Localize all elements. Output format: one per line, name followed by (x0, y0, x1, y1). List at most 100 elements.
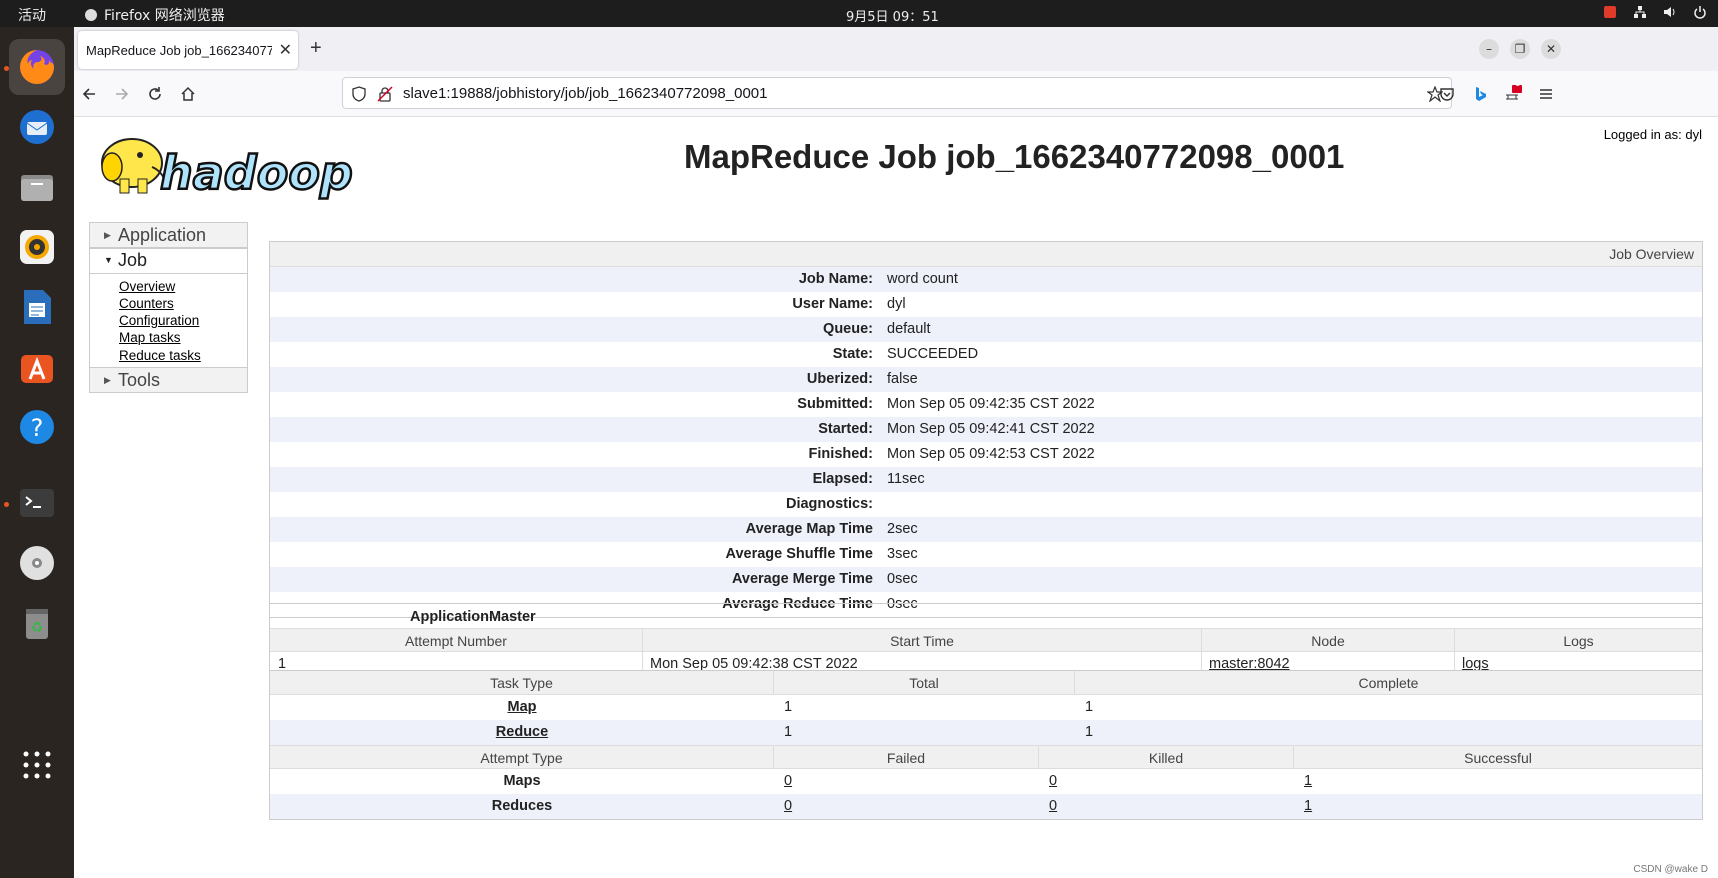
overview-key: Queue: (823, 321, 873, 337)
nav-link-map-tasks[interactable]: Map tasks (119, 330, 181, 345)
input-method-icon[interactable] (1602, 4, 1618, 20)
map-tasks-link[interactable]: Map (508, 699, 537, 715)
overview-value: Mon Sep 05 09:42:35 CST 2022 (887, 396, 1095, 412)
attempt-header-row: Attempt Type Failed Killed Successful (270, 745, 1702, 769)
bing-icon (1476, 87, 1486, 101)
app-grid-icon (23, 751, 51, 779)
nav-link-reduce-tasks[interactable]: Reduce tasks (119, 348, 201, 363)
network-icon[interactable] (1632, 4, 1648, 20)
nav-job[interactable]: ▼ Job (90, 249, 247, 274)
killed-reduces-link[interactable]: 0 (1049, 798, 1057, 814)
table-row: Reduce 1 1 (270, 720, 1702, 745)
overview-row: Job Name: word count (270, 267, 1702, 292)
extension-button[interactable]: 1 (1502, 79, 1524, 105)
header-node[interactable]: Node (1202, 629, 1455, 651)
firefox-window: MapReduce Job job_1662340772098_0001 ✕ +… (74, 27, 1718, 878)
tab-active[interactable]: MapReduce Job job_1662340772098_0001 ✕ (78, 31, 298, 69)
pocket-button[interactable] (1436, 83, 1458, 105)
overview-key: Started: (818, 421, 873, 437)
back-arrow-icon (82, 88, 95, 100)
app-menu-label: Firefox 网络浏览器 (104, 8, 225, 24)
overview-value: Mon Sep 05 09:42:41 CST 2022 (887, 421, 1095, 437)
hamburger-menu-icon (1540, 89, 1552, 99)
nav-tools[interactable]: ▶ Tools (89, 367, 248, 393)
header-logs[interactable]: Logs (1455, 629, 1702, 651)
overview-row: Submitted: Mon Sep 05 09:42:35 CST 2022 (270, 392, 1702, 417)
power-icon[interactable] (1692, 4, 1708, 20)
dock-thunderbird[interactable] (9, 99, 65, 155)
header-attempt-number[interactable]: Attempt Number (270, 629, 643, 651)
svg-text:?: ? (31, 414, 44, 442)
dock-terminal[interactable] (9, 475, 65, 531)
complete-cell: 1 (1085, 724, 1094, 740)
nav-link-configuration[interactable]: Configuration (119, 313, 199, 328)
overview-row: State: SUCCEEDED (270, 342, 1702, 367)
forward-arrow-icon (116, 88, 129, 100)
nav-application[interactable]: ▶ Application (89, 222, 248, 248)
thunderbird-icon (20, 110, 54, 144)
overview-key: Submitted: (797, 396, 873, 412)
dock-writer[interactable] (9, 279, 65, 335)
activities-button[interactable]: 活动 (18, 5, 46, 25)
app-menu[interactable]: Firefox 网络浏览器 (84, 5, 225, 25)
overview-value: SUCCEEDED (887, 346, 979, 362)
clock[interactable]: 9月5日 09：51 (846, 6, 939, 25)
tracking-shield-icon[interactable] (351, 86, 367, 102)
application-master-title: ApplicationMaster (410, 609, 536, 625)
dock-rhythmbox[interactable] (9, 219, 65, 275)
volume-icon[interactable] (1662, 4, 1678, 20)
logged-in-label: Logged in as: dyl (1603, 127, 1702, 142)
tab-close-icon[interactable]: ✕ (279, 40, 292, 60)
header-killed: Killed (1039, 746, 1294, 768)
dock-show-apps[interactable] (9, 737, 65, 793)
maximize-button[interactable]: ❐ (1510, 39, 1530, 59)
total-cell: 1 (784, 724, 793, 740)
files-icon (21, 175, 53, 201)
url-bar[interactable]: slave1:19888/jobhistory/job/job_16623407… (342, 77, 1452, 109)
dvd-icon (20, 546, 54, 580)
hadoop-logo[interactable]: hadoop (90, 127, 390, 207)
reduce-tasks-link[interactable]: Reduce (496, 724, 548, 740)
header-failed: Failed (774, 746, 1039, 768)
dock-trash[interactable]: ♻ (9, 595, 65, 651)
table-row: Reduces 0 0 1 (270, 794, 1702, 819)
failed-maps-link[interactable]: 0 (784, 773, 792, 789)
overview-value: dyl (887, 296, 906, 312)
rhythmbox-icon (20, 230, 54, 264)
overview-row: Average Map Time 2sec (270, 517, 1702, 542)
insecure-lock-icon[interactable] (377, 86, 393, 102)
back-button[interactable] (78, 83, 100, 105)
nav-link-counters[interactable]: Counters (119, 296, 174, 311)
app-menu-button[interactable] (1535, 83, 1557, 105)
header-start-time[interactable]: Start Time (643, 629, 1202, 651)
killed-maps-link[interactable]: 0 (1049, 773, 1057, 789)
overview-key: State: (832, 346, 873, 362)
bing-button[interactable] (1469, 83, 1491, 105)
home-button[interactable] (177, 83, 199, 105)
forward-button[interactable] (111, 83, 133, 105)
overview-row: Average Merge Time 0sec (270, 567, 1702, 592)
dock-app-center[interactable] (9, 339, 65, 395)
successful-maps-link[interactable]: 1 (1304, 773, 1312, 789)
application-master-table: ApplicationMaster Attempt Number Start T… (269, 603, 1703, 678)
reload-button[interactable] (144, 83, 166, 105)
table-row: Map 1 1 (270, 695, 1702, 720)
task-header-row: Task Type Total Complete (270, 671, 1702, 695)
failed-reduces-link[interactable]: 0 (784, 798, 792, 814)
new-tab-button[interactable]: + (310, 37, 322, 60)
complete-cell: 1 (1085, 699, 1094, 715)
watermark: CSDN @wake D (1633, 864, 1708, 875)
successful-reduces-link[interactable]: 1 (1304, 798, 1312, 814)
overview-row: Average Shuffle Time 3sec (270, 542, 1702, 567)
nav-link-overview[interactable]: Overview (119, 279, 175, 294)
dock-files[interactable] (9, 159, 65, 215)
overview-value: default (887, 321, 931, 337)
window-close-button[interactable]: ✕ (1541, 39, 1561, 59)
header-attempt-type: Attempt Type (270, 746, 774, 768)
dock-help[interactable]: ? (9, 399, 65, 455)
system-tray[interactable] (1602, 4, 1708, 20)
dock-dvd[interactable] (9, 535, 65, 591)
dock-firefox[interactable] (9, 39, 65, 95)
overview-row: Started: Mon Sep 05 09:42:41 CST 2022 (270, 417, 1702, 442)
minimize-button[interactable]: – (1479, 39, 1499, 59)
